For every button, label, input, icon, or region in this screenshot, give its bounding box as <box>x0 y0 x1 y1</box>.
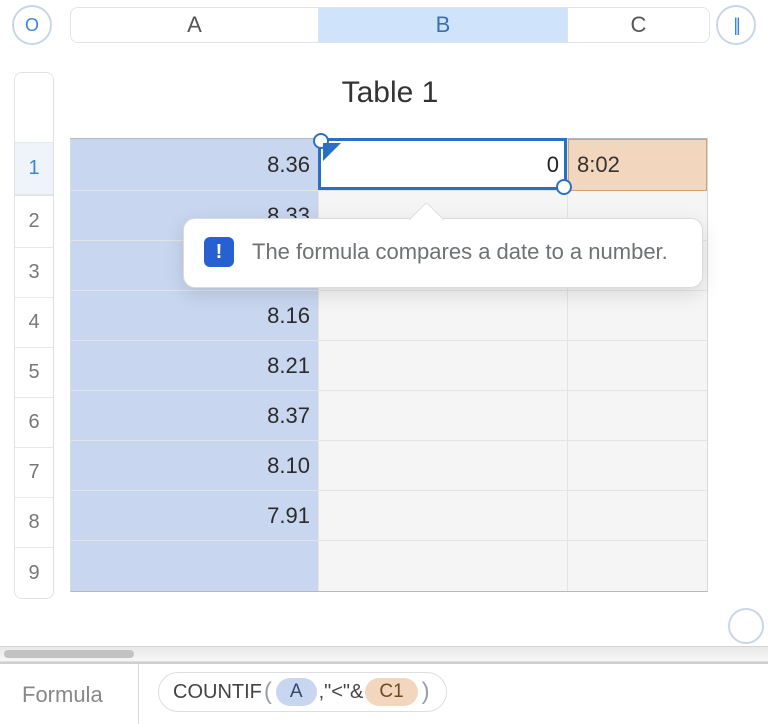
cell-c5[interactable] <box>568 341 707 391</box>
row-header-1[interactable]: 1 <box>15 143 53 195</box>
row-header-5[interactable]: 5 <box>15 348 53 398</box>
formula-literal: ,"<"& <box>319 681 364 704</box>
range-ref-a[interactable]: A <box>276 678 317 706</box>
column-headers: A B C <box>70 7 710 43</box>
cell-b1[interactable]: 0 <box>319 139 568 191</box>
tooltip-text: The formula compares a date to a number. <box>252 239 668 264</box>
scrollbar-thumb[interactable] <box>4 650 134 658</box>
row-header-2[interactable]: 2 <box>15 195 53 248</box>
cell-c8[interactable] <box>568 491 707 541</box>
row-header-4[interactable]: 4 <box>15 298 53 348</box>
cell-a6[interactable]: 8.37 <box>71 391 319 441</box>
formula-bar: Formula COUNTIF ( A ,"<"& C1 ) <box>0 662 768 722</box>
cell-c4[interactable] <box>568 291 707 341</box>
row-add-button[interactable] <box>728 608 764 644</box>
paren-close: ) <box>420 678 432 706</box>
row-header-gap <box>15 73 53 143</box>
table-title[interactable]: Table 1 <box>70 72 710 136</box>
col-header-a[interactable]: A <box>71 8 319 42</box>
row-header-8[interactable]: 8 <box>15 498 53 548</box>
cell-b4[interactable] <box>319 291 568 341</box>
paren-open: ( <box>262 678 274 706</box>
formula-input[interactable]: COUNTIF ( A ,"<"& C1 ) <box>158 672 447 712</box>
warning-tooltip: ! The formula compares a date to a numbe… <box>183 218 703 288</box>
cell-b5[interactable] <box>319 341 568 391</box>
toolbar-right-button[interactable]: || <box>716 5 756 45</box>
col-header-c[interactable]: C <box>568 8 709 42</box>
row-header-7[interactable]: 7 <box>15 448 53 498</box>
cell-a7[interactable]: 8.10 <box>71 441 319 491</box>
cell-a9[interactable] <box>71 541 319 591</box>
cell-c6[interactable] <box>568 391 707 441</box>
grid[interactable]: 8.36 0 8:02 8.33 8.16 8.21 8.37 <box>70 138 708 592</box>
horizontal-scrollbar[interactable] <box>0 646 768 662</box>
cell-b7[interactable] <box>319 441 568 491</box>
cell-a1[interactable]: 8.36 <box>71 139 319 191</box>
cell-c7[interactable] <box>568 441 707 491</box>
formula-func: COUNTIF <box>173 681 262 704</box>
cell-b9[interactable] <box>319 541 568 591</box>
row-header-9[interactable]: 9 <box>15 548 53 598</box>
table: Table 1 8.36 0 8:02 8.33 8.16 8.21 8. <box>70 72 710 607</box>
alert-icon: ! <box>204 237 234 267</box>
row-header-3[interactable]: 3 <box>15 248 53 298</box>
divider <box>138 664 139 724</box>
range-ref-c1[interactable]: C1 <box>365 678 417 706</box>
row-header-6[interactable]: 6 <box>15 398 53 448</box>
formula-label: Formula <box>22 682 103 708</box>
cell-b8[interactable] <box>319 491 568 541</box>
cell-b6[interactable] <box>319 391 568 441</box>
cell-a5[interactable]: 8.21 <box>71 341 319 391</box>
row-headers: 1 2 3 4 5 6 7 8 9 <box>14 72 54 599</box>
cell-c1[interactable]: 8:02 <box>568 139 707 191</box>
col-header-b[interactable]: B <box>319 8 568 42</box>
toolbar-left-button[interactable]: O <box>12 5 52 45</box>
cell-a8[interactable]: 7.91 <box>71 491 319 541</box>
cell-a4[interactable]: 8.16 <box>71 291 319 341</box>
cell-c9[interactable] <box>568 541 707 591</box>
